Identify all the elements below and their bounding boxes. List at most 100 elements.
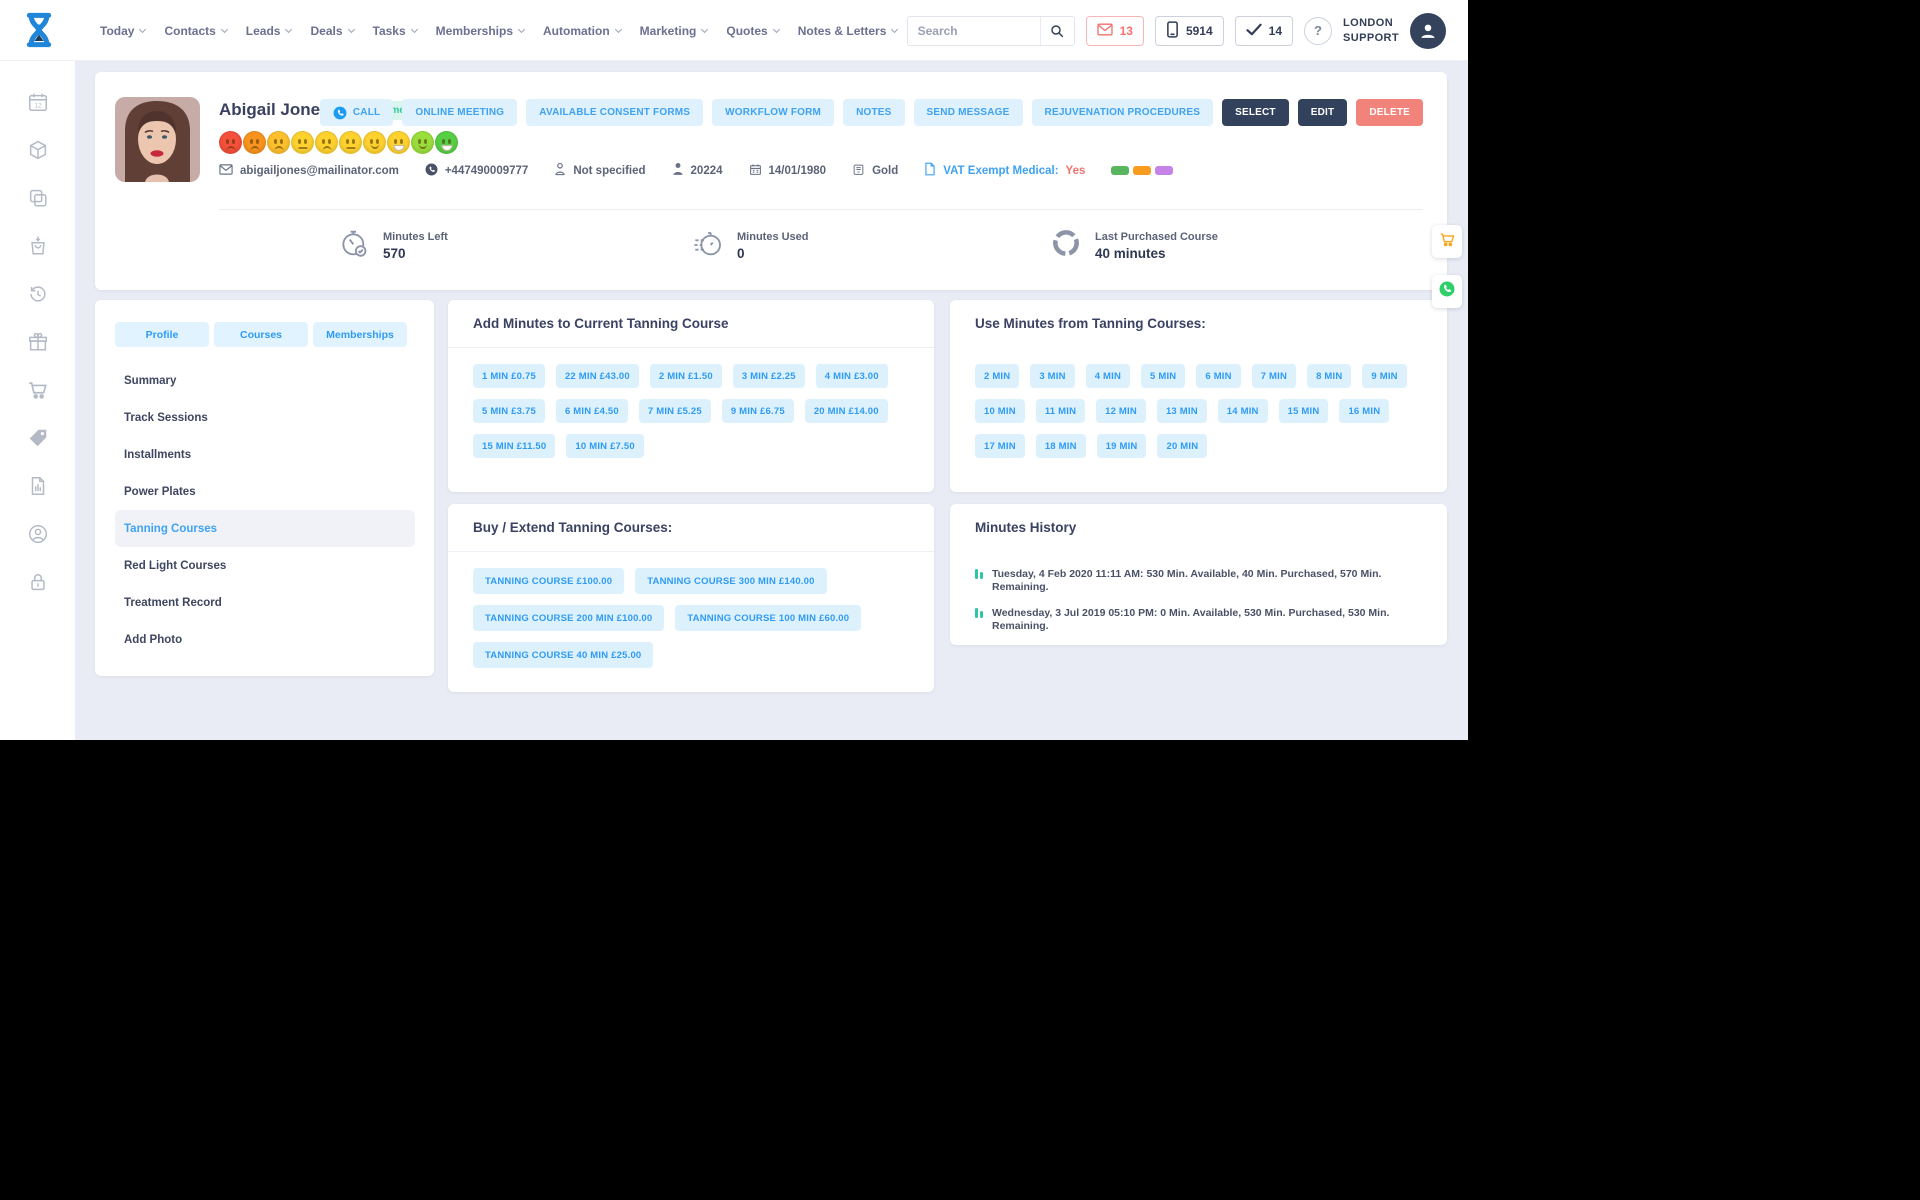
use-minutes-button[interactable]: 8 MIN [1307,364,1352,388]
profile-menu-item[interactable]: Installments [115,436,415,473]
profile-menu-item[interactable]: Add Photo [115,621,415,658]
cart-icon[interactable] [27,379,49,401]
report-icon[interactable] [27,475,49,497]
customer-action-button[interactable]: AVAILABLE CONSENT FORMS [526,99,704,126]
buy-course-button[interactable]: TANNING COURSE 100 MIN £60.00 [675,605,862,631]
add-minutes-button[interactable]: 22 MIN £43.00 [555,364,639,388]
shopping-bag-icon[interactable] [27,235,49,257]
nav-menu-item[interactable]: Contacts [164,24,228,38]
add-minutes-button[interactable]: 5 MIN £3.75 [473,399,545,423]
history-icon[interactable] [27,283,49,305]
package-icon[interactable] [27,139,49,161]
use-minutes-button[interactable]: 11 MIN [1035,399,1086,423]
mood-face-icon[interactable] [435,131,458,154]
mood-face-icon[interactable] [219,131,242,154]
help-icon[interactable]: ? [1304,16,1333,45]
use-minutes-button[interactable]: 2 MIN [975,364,1020,388]
profile-menu-item[interactable]: Summary [115,362,415,399]
mood-face-icon[interactable] [243,131,266,154]
mood-face-icon[interactable] [267,131,290,154]
customer-action-button[interactable]: ONLINE MEETING [402,99,518,126]
use-minutes-button[interactable]: 20 MIN [1157,434,1208,458]
mood-face-icon[interactable] [363,131,386,154]
nav-menu-item[interactable]: Leads [246,24,293,38]
customer-action-button[interactable]: REJUVENATION PROCEDURES [1031,99,1214,126]
profile-menu-item[interactable]: Tanning Courses [115,510,415,547]
use-minutes-button[interactable]: 16 MIN [1339,399,1390,423]
floating-whatsapp-button[interactable] [1432,275,1462,308]
use-minutes-button[interactable]: 6 MIN [1196,364,1241,388]
use-minutes-button[interactable]: 19 MIN [1096,434,1147,458]
add-minutes-button[interactable]: 9 MIN £6.75 [721,399,794,423]
profile-menu-item[interactable]: Track Sessions [115,399,415,436]
search-icon[interactable] [1039,16,1074,45]
use-minutes-button[interactable]: 4 MIN [1085,364,1131,388]
price-tag-icon[interactable] [27,427,49,449]
floating-cart-button[interactable] [1432,225,1462,258]
use-minutes-button[interactable]: 5 MIN [1141,364,1186,388]
add-minutes-button[interactable]: 3 MIN £2.25 [732,364,805,388]
buy-course-button[interactable]: TANNING COURSE 300 MIN £140.00 [635,568,827,594]
use-minutes-button[interactable]: 14 MIN [1217,399,1268,423]
customer-action-button[interactable]: NOTES [843,99,905,126]
add-minutes-button[interactable]: 4 MIN £3.00 [815,364,888,388]
use-minutes-button[interactable]: 10 MIN [975,399,1025,423]
tasks-badge[interactable]: 14 [1234,15,1294,46]
profile-tab[interactable]: Memberships [313,322,407,347]
customer-action-button[interactable]: DELETE [1356,99,1423,126]
profile-menu-item[interactable]: Treatment Record [115,584,415,621]
use-minutes-button[interactable]: 13 MIN [1156,399,1207,423]
nav-menu-item[interactable]: Quotes [726,24,780,38]
calendar-icon[interactable]: 12 [27,91,49,113]
calls-badge[interactable]: 5914 [1154,15,1224,46]
use-minutes-button[interactable]: 12 MIN [1096,399,1146,423]
profile-menu-item[interactable]: Power Plates [115,473,415,510]
use-minutes-button[interactable]: 15 MIN [1278,399,1329,423]
use-minutes-button[interactable]: 9 MIN [1362,364,1407,388]
gift-icon[interactable] [27,331,49,353]
mood-face-icon[interactable] [339,131,362,154]
mood-face-icon[interactable] [411,131,434,154]
nav-menu-item[interactable]: Marketing [640,24,709,38]
nav-menu-item[interactable]: Memberships [436,24,526,38]
customer-action-button[interactable]: WORKFLOW FORM [712,99,835,126]
profile-menu-item[interactable]: Red Light Courses [115,547,415,584]
buy-course-button[interactable]: TANNING COURSE £100.00 [473,568,625,594]
use-minutes-button[interactable]: 17 MIN [975,434,1025,458]
use-minutes-button[interactable]: 7 MIN [1251,364,1297,388]
nav-menu-item[interactable]: Deals [310,24,355,38]
tag-chip[interactable] [1133,166,1152,175]
profile-tab[interactable]: Profile [115,322,209,347]
user-avatar[interactable] [1410,12,1446,49]
tag-chip[interactable] [1155,166,1174,175]
add-minutes-button[interactable]: 20 MIN £14.00 [804,399,888,423]
add-minutes-button[interactable]: 2 MIN £1.50 [649,364,722,388]
use-minutes-button[interactable]: 18 MIN [1035,434,1086,458]
search-input[interactable] [907,23,1040,38]
customer-action-button[interactable]: CALL [319,99,394,126]
nav-menu-item[interactable]: Notes & Letters [798,24,899,38]
add-minutes-button[interactable]: 7 MIN £5.25 [638,399,711,423]
tag-chip[interactable] [1111,166,1130,175]
messages-badge[interactable]: 13 [1085,15,1144,46]
mood-face-icon[interactable] [387,131,410,154]
customer-photo[interactable] [115,97,200,182]
lock-icon[interactable] [27,571,49,593]
nav-menu-item[interactable]: Tasks [373,24,418,38]
nav-menu-item[interactable]: Automation [543,24,622,38]
add-minutes-button[interactable]: 15 MIN £11.50 [473,434,556,458]
buy-course-button[interactable]: TANNING COURSE 40 MIN £25.00 [473,642,654,668]
customer-action-button[interactable]: EDIT [1297,99,1348,126]
buy-course-button[interactable]: TANNING COURSE 200 MIN £100.00 [473,605,665,631]
add-minutes-button[interactable]: 1 MIN £0.75 [473,364,545,388]
nav-menu-item[interactable]: Today [100,24,147,38]
account-icon[interactable] [27,523,49,545]
profile-tab[interactable]: Courses [214,322,308,347]
customer-action-button[interactable]: SEND MESSAGE [913,99,1023,126]
use-minutes-button[interactable]: 3 MIN [1030,364,1075,388]
customer-action-button[interactable]: SELECT [1222,99,1289,126]
copy-icon[interactable] [27,187,49,209]
mood-face-icon[interactable] [315,131,338,154]
mood-face-icon[interactable] [291,131,314,154]
add-minutes-button[interactable]: 10 MIN £7.50 [566,434,644,458]
